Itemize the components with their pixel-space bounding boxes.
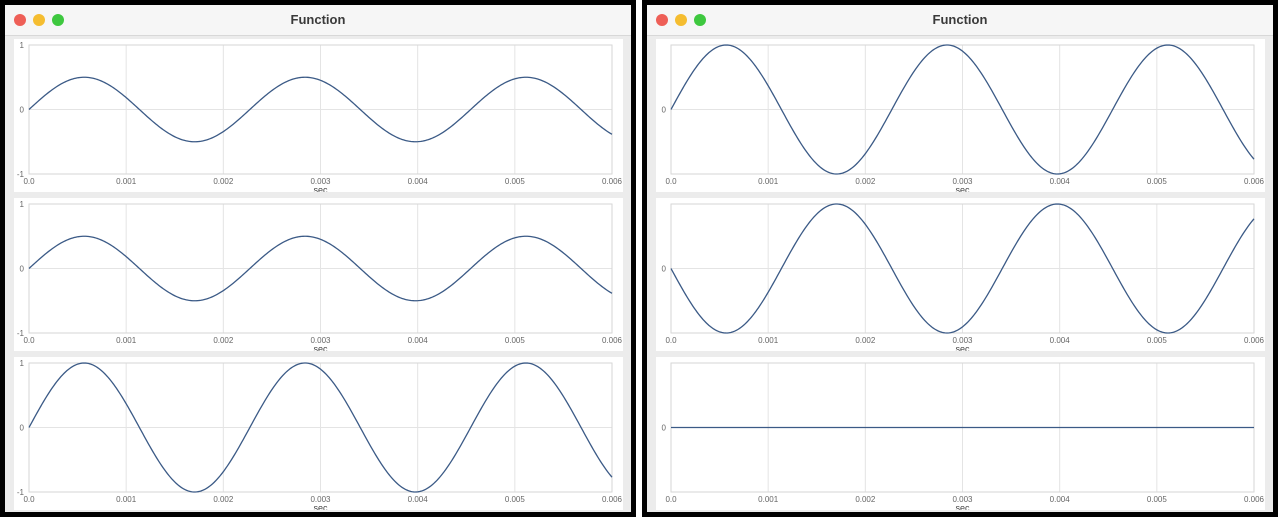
y-tick-label: -1 xyxy=(17,329,25,338)
y-tick-label: 0 xyxy=(20,424,25,433)
x-tick-label: 0.001 xyxy=(758,495,779,504)
y-tick-label: 1 xyxy=(20,200,25,209)
x-tick-label: 0.006 xyxy=(602,336,623,345)
x-tick-label: 0.002 xyxy=(855,495,876,504)
y-tick-label: 0 xyxy=(20,106,25,115)
x-tick-label: 0.004 xyxy=(408,177,429,186)
x-tick-label: 0.006 xyxy=(1244,177,1265,186)
plot-panel-2: 0.0 0.001 0.002 0.003 0.004 0.005 0.006 1 0 -1 sec xyxy=(14,198,623,351)
x-axis-label: sec xyxy=(313,503,328,510)
chart-4: 0.0 0.001 0.002 0.003 0.004 0.005 0.0060sec xyxy=(662,44,1265,192)
x-tick-label: 0.0 xyxy=(665,336,677,345)
y-tick-label: -1 xyxy=(17,488,25,497)
chart-5: 0.0 0.001 0.002 0.003 0.004 0.005 0.0060sec xyxy=(662,203,1265,351)
x-axis-label: sec xyxy=(313,185,328,192)
chart-1: 0.0 0.001 0.002 0.003 0.004 0.005 0.00610-1sec xyxy=(17,41,623,192)
x-tick-label: 0.006 xyxy=(602,177,623,186)
x-axis-label: sec xyxy=(955,344,970,351)
x-tick-label: 0.004 xyxy=(1050,177,1071,186)
x-tick-label: 0.001 xyxy=(116,177,137,186)
y-tick-label: 0 xyxy=(662,106,667,115)
title-bar: Function xyxy=(647,5,1273,36)
x-axis-label: sec xyxy=(955,503,970,510)
function-window-right: Function 0.0 0.001 0.002 0.003 0.004 0.005 0.0… xyxy=(642,0,1278,517)
chart-3: 0.0 0.001 0.002 0.003 0.004 0.005 0.00610-1sec xyxy=(17,359,623,510)
window-title: Function xyxy=(290,12,346,27)
x-tick-label: 0.001 xyxy=(758,177,779,186)
plot-stack: 0.0 0.001 0.002 0.003 0.004 0.005 0.006 0 sec 0.… xyxy=(656,39,1265,510)
x-tick-label: 0.002 xyxy=(855,336,876,345)
plot-panel-1: 0.0 0.001 0.002 0.003 0.004 0.005 0.006 1 0 -1 sec xyxy=(14,39,623,192)
x-tick-label: 0.002 xyxy=(213,336,234,345)
x-tick-label: 0.0 xyxy=(665,177,677,186)
function-window-left: Function 0.0 0.001 0.002 0.003 0.004 0.005 0.0… xyxy=(0,0,636,517)
x-tick-label: 0.006 xyxy=(1244,495,1265,504)
chart-2: 0.0 0.001 0.002 0.003 0.004 0.005 0.00610-1sec xyxy=(17,200,623,351)
plot-panel-4: 0.0 0.001 0.002 0.003 0.004 0.005 0.006 0 sec xyxy=(656,39,1265,192)
x-tick-label: 0.004 xyxy=(1050,495,1071,504)
chart-6: 0.0 0.001 0.002 0.003 0.004 0.005 0.0060sec xyxy=(662,362,1265,510)
x-tick-label: 0.004 xyxy=(408,336,429,345)
x-tick-label: 0.0 xyxy=(23,336,35,345)
x-tick-label: 0.002 xyxy=(213,495,234,504)
y-tick-label: 0 xyxy=(20,265,25,274)
x-tick-label: 0.002 xyxy=(213,177,234,186)
plot-panel-5: 0.0 0.001 0.002 0.003 0.004 0.005 0.006 0 sec xyxy=(656,198,1265,351)
x-tick-label: 0.005 xyxy=(1147,336,1168,345)
x-tick-label: 0.005 xyxy=(505,177,526,186)
y-tick-label: -1 xyxy=(17,170,25,179)
y-tick-label: 1 xyxy=(20,41,25,50)
x-tick-label: 0.005 xyxy=(505,336,526,345)
x-tick-label: 0.001 xyxy=(758,336,779,345)
plot-panel-3: 0.0 0.001 0.002 0.003 0.004 0.005 0.006 1 0 -1 sec xyxy=(14,357,623,510)
x-tick-label: 0.001 xyxy=(116,495,137,504)
plot-stack: 0.0 0.001 0.002 0.003 0.004 0.005 0.006 1 0 -1 sec… xyxy=(14,39,623,510)
window-title: Function xyxy=(932,12,988,27)
y-tick-label: 0 xyxy=(662,424,667,433)
x-tick-label: 0.006 xyxy=(1244,336,1265,345)
x-tick-label: 0.005 xyxy=(1147,495,1168,504)
x-tick-label: 0.005 xyxy=(1147,177,1168,186)
x-tick-label: 0.0 xyxy=(23,495,35,504)
y-tick-label: 0 xyxy=(662,265,667,274)
x-tick-label: 0.004 xyxy=(408,495,429,504)
x-tick-label: 0.006 xyxy=(602,495,623,504)
x-tick-label: 0.001 xyxy=(116,336,137,345)
x-tick-label: 0.005 xyxy=(505,495,526,504)
x-axis-label: sec xyxy=(313,344,328,351)
x-tick-label: 0.002 xyxy=(855,177,876,186)
x-tick-label: 0.004 xyxy=(1050,336,1071,345)
y-tick-label: 1 xyxy=(20,359,25,368)
x-tick-label: 0.0 xyxy=(23,177,35,186)
x-tick-label: 0.0 xyxy=(665,495,677,504)
title-bar: Function xyxy=(5,5,631,36)
x-axis-label: sec xyxy=(955,185,970,192)
plot-panel-6: 0.0 0.001 0.002 0.003 0.004 0.005 0.006 0 sec xyxy=(656,357,1265,510)
